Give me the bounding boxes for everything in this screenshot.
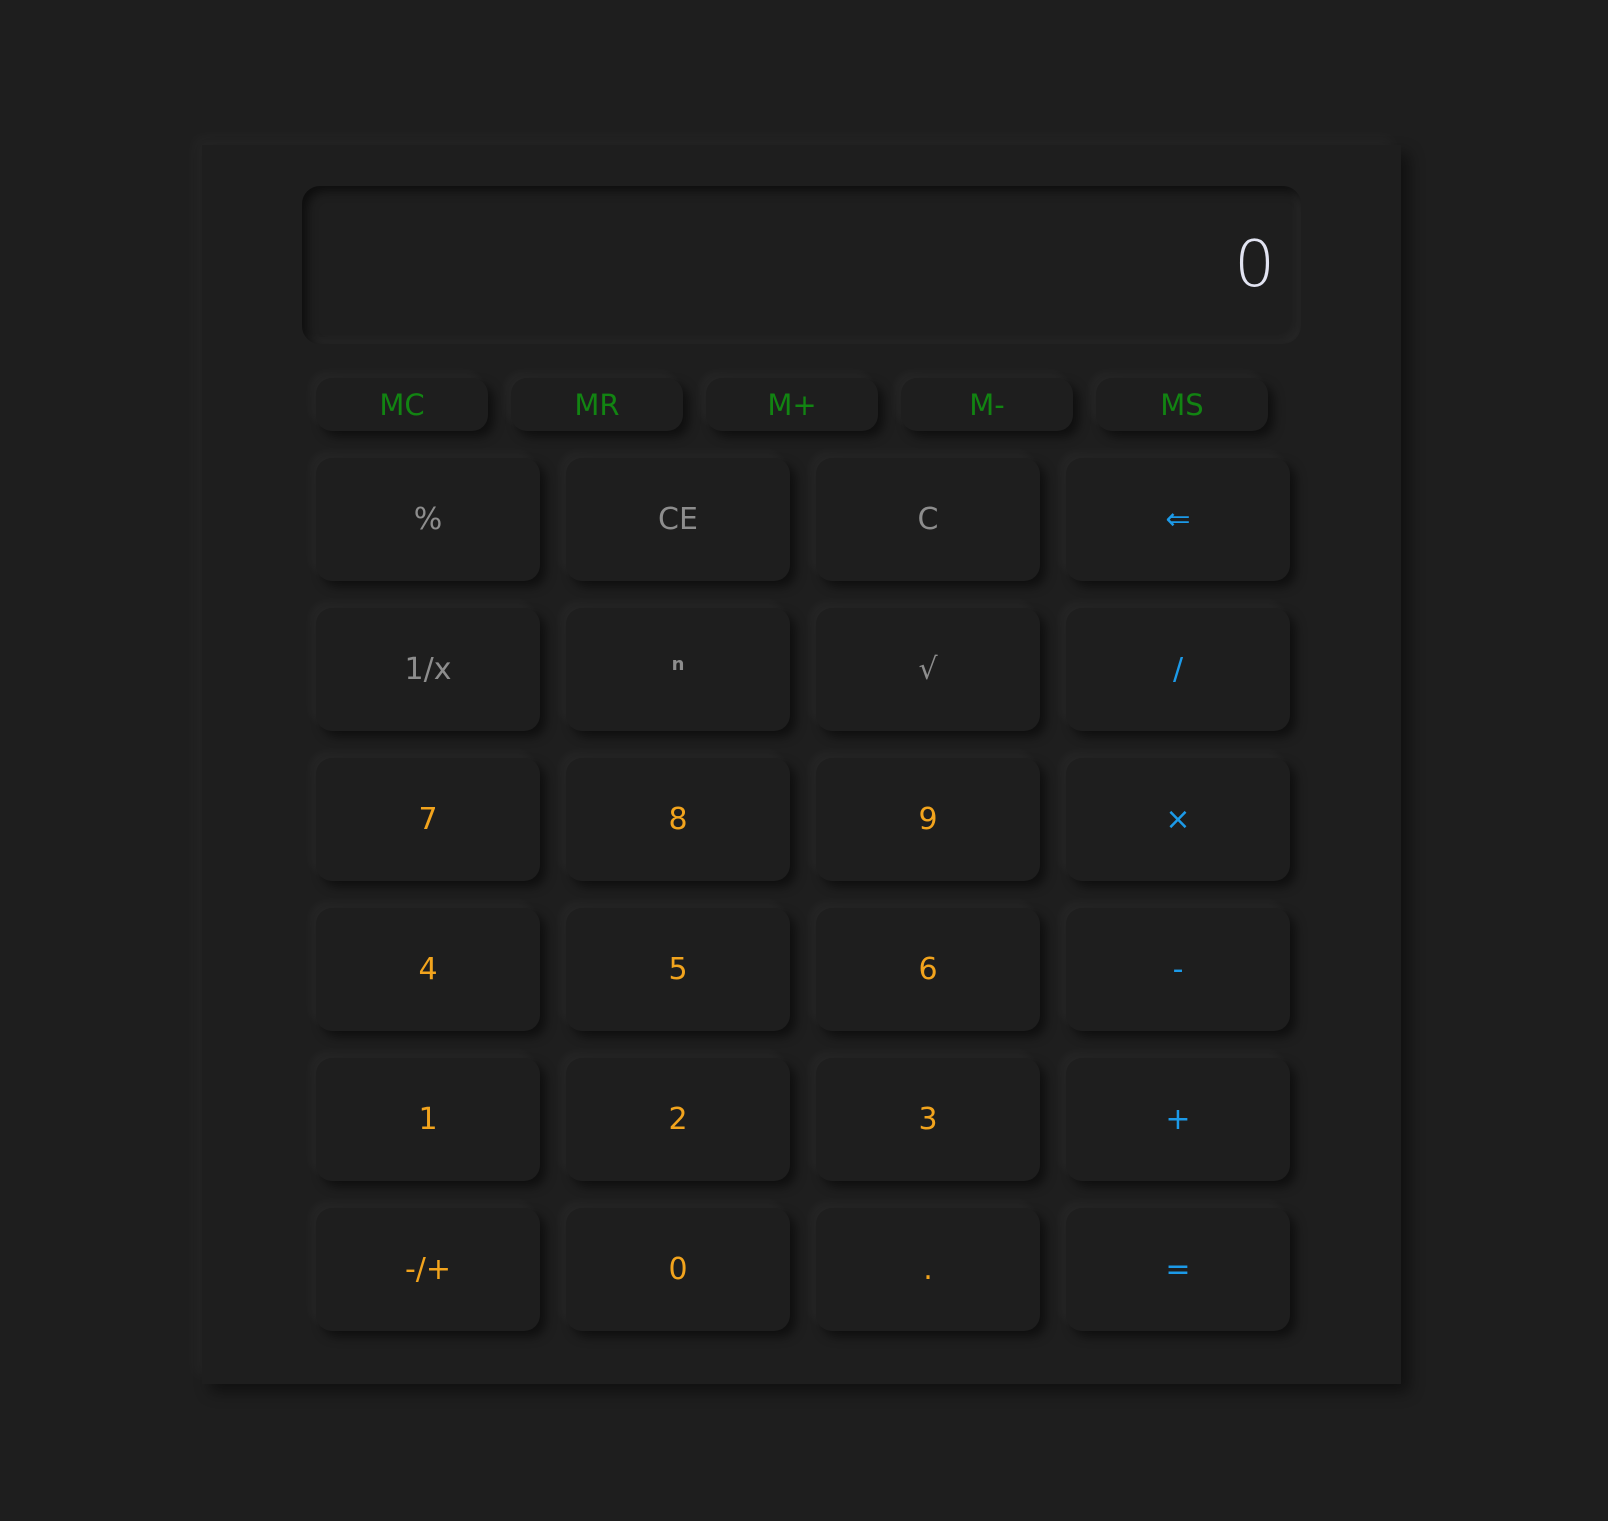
- digit-4-button[interactable]: 4: [316, 908, 540, 1031]
- memory-button-mc[interactable]: MC: [316, 378, 488, 431]
- digit-8-button[interactable]: 8: [566, 758, 790, 881]
- equals-button[interactable]: =: [1066, 1208, 1290, 1331]
- digit-1-button[interactable]: 1: [316, 1058, 540, 1181]
- negate-button[interactable]: -/+: [316, 1208, 540, 1331]
- add-button[interactable]: +: [1066, 1058, 1290, 1181]
- display: 0: [302, 186, 1301, 344]
- clear-entry-button[interactable]: CE: [566, 458, 790, 581]
- multiply-button[interactable]: ×: [1066, 758, 1290, 881]
- digit-5-button[interactable]: 5: [566, 908, 790, 1031]
- percent-button[interactable]: %: [316, 458, 540, 581]
- digit-6-button[interactable]: 6: [816, 908, 1040, 1031]
- decimal-button[interactable]: .: [816, 1208, 1040, 1331]
- clear-button[interactable]: C: [816, 458, 1040, 581]
- digit-9-button[interactable]: 9: [816, 758, 1040, 881]
- memory-button-mminus[interactable]: M-: [901, 378, 1073, 431]
- digit-3-button[interactable]: 3: [816, 1058, 1040, 1181]
- power-button[interactable]: n: [566, 608, 790, 731]
- reciprocal-button[interactable]: 1/x: [316, 608, 540, 731]
- digit-0-button[interactable]: 0: [566, 1208, 790, 1331]
- subtract-button[interactable]: -: [1066, 908, 1290, 1031]
- divide-button[interactable]: /: [1066, 608, 1290, 731]
- digit-2-button[interactable]: 2: [566, 1058, 790, 1181]
- memory-button-mplus[interactable]: M+: [706, 378, 878, 431]
- memory-button-ms[interactable]: MS: [1096, 378, 1268, 431]
- backspace-button[interactable]: ⇐: [1066, 458, 1290, 581]
- square-root-button[interactable]: √: [816, 608, 1040, 731]
- display-value: 0: [1234, 228, 1275, 302]
- calculator-panel: 0 MC MR M+ M- MS% CE C ⇐ 1/x n √/7 8 9 × 4 5 6-1 2 3 + -/+ 0.…: [202, 145, 1401, 1384]
- digit-7-button[interactable]: 7: [316, 758, 540, 881]
- memory-button-mr[interactable]: MR: [511, 378, 683, 431]
